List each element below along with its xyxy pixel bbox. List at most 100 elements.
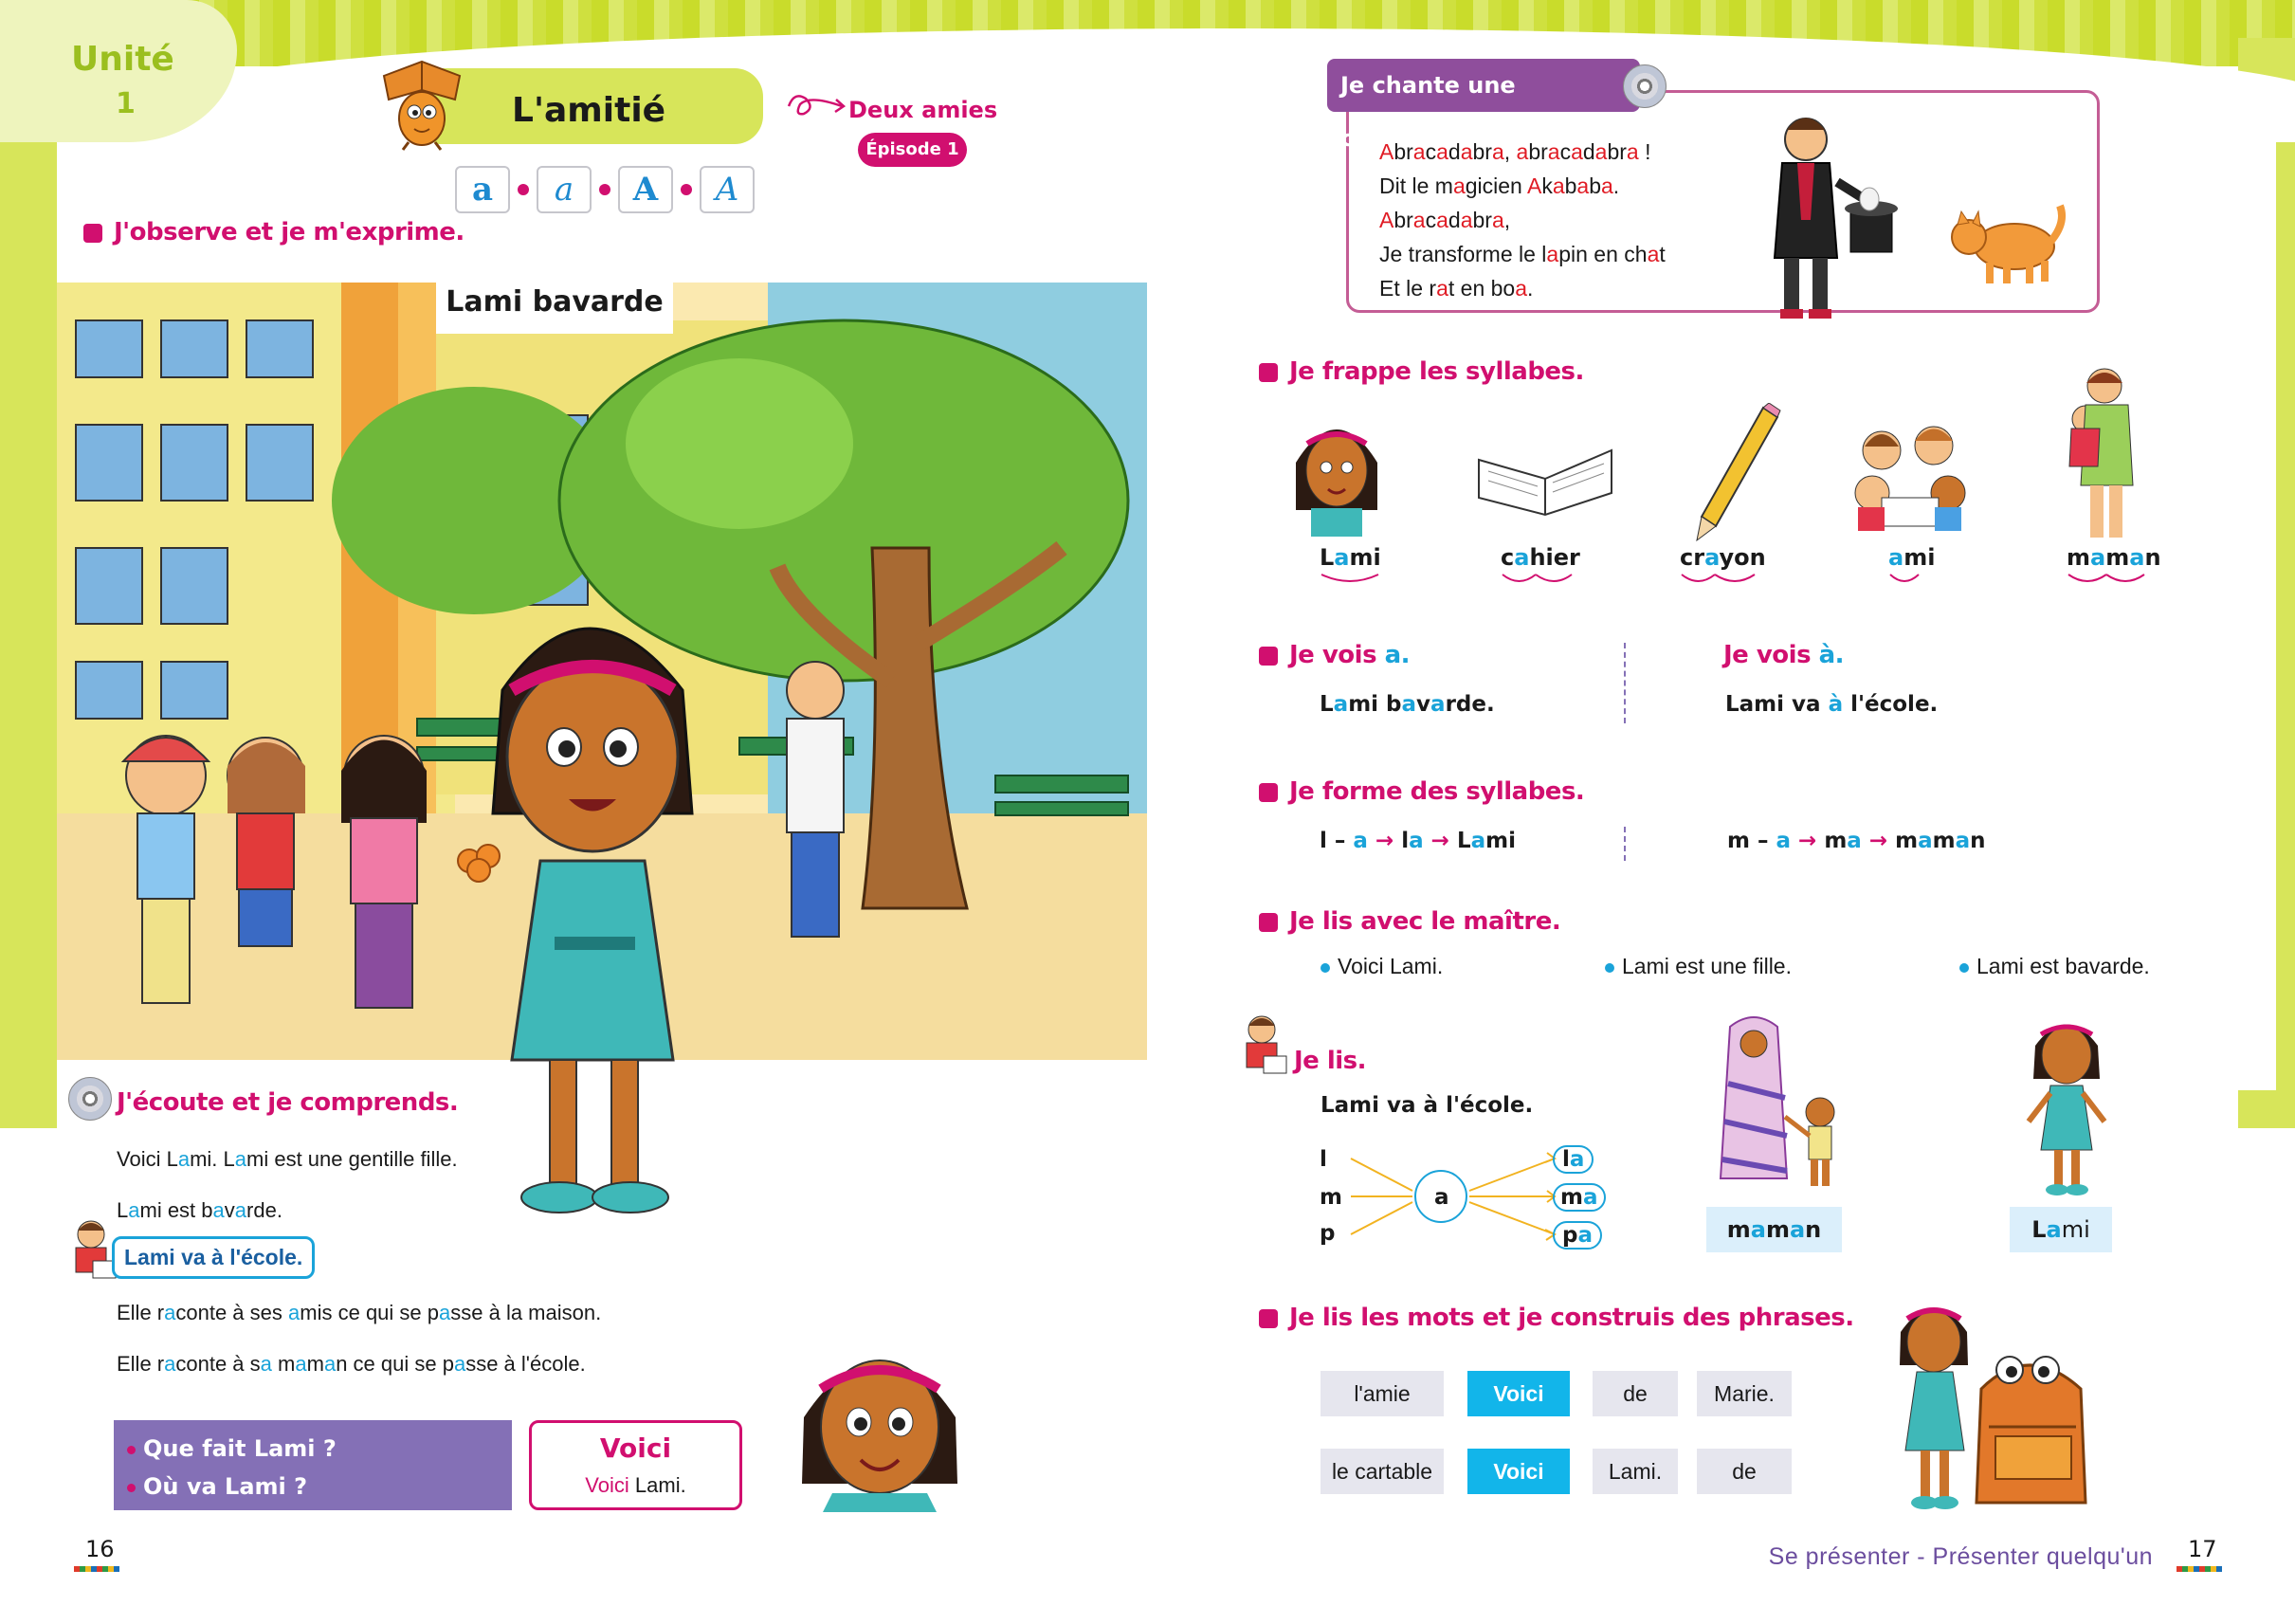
- song-segment: b: [1589, 173, 1601, 198]
- page-number-deco: [74, 1566, 119, 1572]
- song-segment: a: [1547, 139, 1560, 164]
- song-segment: a: [1552, 173, 1565, 198]
- section-bullet-icon: [1259, 362, 1278, 382]
- read-master-item-3: Lami est bavarde.: [1959, 954, 2150, 979]
- page-number-deco: [2177, 1566, 2222, 1572]
- song-segment: a: [1460, 139, 1473, 164]
- result-ma: ma: [1553, 1183, 1606, 1212]
- song-segment: a: [1601, 173, 1613, 198]
- song-segment: ,: [1503, 139, 1517, 164]
- section-bullet-icon: [83, 223, 102, 243]
- song-segment: br: [1528, 139, 1548, 164]
- word-chip-highlighted[interactable]: Voici: [1467, 1449, 1570, 1494]
- illustration-caption: Lami bavarde: [436, 271, 673, 334]
- section-bullet-icon: [1259, 1308, 1278, 1328]
- song-segment: a: [1626, 139, 1639, 164]
- syllable-word: cahier: [1501, 544, 1580, 571]
- song-segment: br: [1393, 139, 1413, 164]
- song-segment: t en bo: [1448, 276, 1516, 301]
- song-segment: br: [1607, 139, 1627, 164]
- vowel-a: a: [1434, 1185, 1449, 1210]
- swirl-arrow-icon: [787, 95, 847, 116]
- audio-cd-icon: [68, 1077, 112, 1121]
- result-pa: pa: [1553, 1221, 1602, 1250]
- letter-print-upper: A: [618, 166, 673, 213]
- song-segment: a: [1576, 173, 1590, 198]
- book-mascot-icon: [382, 60, 462, 151]
- song-segment: d: [1448, 139, 1461, 164]
- word-chip[interactable]: Lami.: [1593, 1449, 1678, 1494]
- mother-walking-illustration: [1719, 1016, 1835, 1186]
- song-segment: br: [1393, 208, 1413, 232]
- song-segment: c: [1425, 139, 1437, 164]
- separator-dot: [599, 184, 610, 195]
- result-la: la: [1553, 1145, 1594, 1174]
- song-line-5: Et le rat en boa.: [1379, 271, 1666, 305]
- song-segment: !: [1638, 139, 1651, 164]
- song-segment: a: [1516, 139, 1529, 164]
- section-read-master-title: Je lis avec le maître.: [1259, 907, 1561, 936]
- syllable-arc: [1889, 574, 1920, 582]
- letter-print-lower: a: [455, 166, 510, 213]
- syllable-word: ami: [1888, 544, 1936, 571]
- song-segment: a: [1491, 208, 1504, 232]
- section-syllables-title: Je frappe les syllabes.: [1259, 357, 1584, 386]
- song-segment: d: [1448, 208, 1461, 232]
- orange-cat-illustration: [1951, 204, 2066, 283]
- song-segment: a: [1515, 276, 1528, 301]
- see-a-grave-example: Lami va à l'école.: [1725, 692, 1939, 717]
- separator-dot: [681, 184, 692, 195]
- word-chip[interactable]: de: [1593, 1371, 1678, 1416]
- section-observe-title: J'observe et je m'exprime.: [83, 218, 464, 246]
- teacher-figure: [786, 661, 845, 938]
- section-bullet-icon: [1259, 646, 1278, 666]
- story-line-1: Voici Lami. Lami est une gentille fille.: [117, 1147, 458, 1171]
- form-example-m: m – a → ma → maman: [1727, 829, 1986, 853]
- separator-dot: [518, 184, 529, 195]
- song-segment: k: [1541, 173, 1553, 198]
- section-form-title: Je forme des syllabes.: [1259, 777, 1585, 806]
- story-line-4: Elle raconte à ses amis ce qui se passe …: [117, 1301, 602, 1324]
- story-line-2: Lami est bavarde.: [117, 1198, 282, 1222]
- song-segment: a: [1546, 242, 1559, 266]
- song-segment: pin en ch: [1558, 242, 1648, 266]
- word-chip[interactable]: l'amie: [1321, 1371, 1444, 1416]
- read-master-item-2: Lami est une fille.: [1605, 954, 1792, 979]
- letter-script-lower: a: [537, 166, 592, 213]
- syllable-arc: [1321, 574, 1379, 582]
- song-title: Je chante une comptine: [1327, 59, 1640, 152]
- syllable-arc: [2067, 574, 2145, 582]
- word-chip[interactable]: le cartable: [1321, 1449, 1444, 1494]
- song-segment: a: [1571, 139, 1583, 164]
- see-a-example: Lami bavarde.: [1320, 692, 1495, 717]
- song-segment: a: [1436, 276, 1448, 301]
- song-segment: a: [1491, 139, 1504, 164]
- consonant-l: l: [1320, 1147, 1327, 1172]
- lami-standing-illustration: [2026, 1024, 2107, 1195]
- question-1: Que fait Lami ?: [127, 1430, 499, 1468]
- syllable-arc: [1502, 574, 1573, 582]
- word-tag-maman: maman: [1706, 1207, 1842, 1252]
- song-segment: a: [1594, 139, 1608, 164]
- song-segment: A: [1379, 139, 1394, 164]
- section-read-title: Je lis.: [1294, 1047, 1367, 1075]
- song-lyrics: Abracadabra, abracadabra ! Dit le magici…: [1379, 135, 1666, 305]
- page-number-right: 17: [2188, 1536, 2217, 1562]
- song-segment: br: [1472, 139, 1492, 164]
- song-segment: Et le r: [1379, 276, 1437, 301]
- word-chip-highlighted[interactable]: Voici: [1467, 1371, 1570, 1416]
- section-build-title: Je lis les mots et je construis des phra…: [1259, 1304, 1854, 1332]
- right-margin-curve: [2238, 95, 2276, 1090]
- lami-small-illustration: [1296, 429, 1377, 537]
- song-segment: A: [1526, 173, 1542, 198]
- word-chip[interactable]: de: [1697, 1449, 1792, 1494]
- song-segment: c: [1559, 139, 1572, 164]
- story-name: Deux amies: [848, 97, 998, 123]
- word-tag-lami: Lami: [2010, 1207, 2112, 1252]
- song-segment: a: [1460, 208, 1473, 232]
- song-segment: a: [1452, 173, 1466, 198]
- song-line-1: Abracadabra, abracadabra !: [1379, 135, 1666, 169]
- pencil-illustration: [1696, 403, 1781, 542]
- word-chip[interactable]: Marie.: [1697, 1371, 1792, 1416]
- section-see-a-title: Je vois a.: [1259, 641, 1411, 669]
